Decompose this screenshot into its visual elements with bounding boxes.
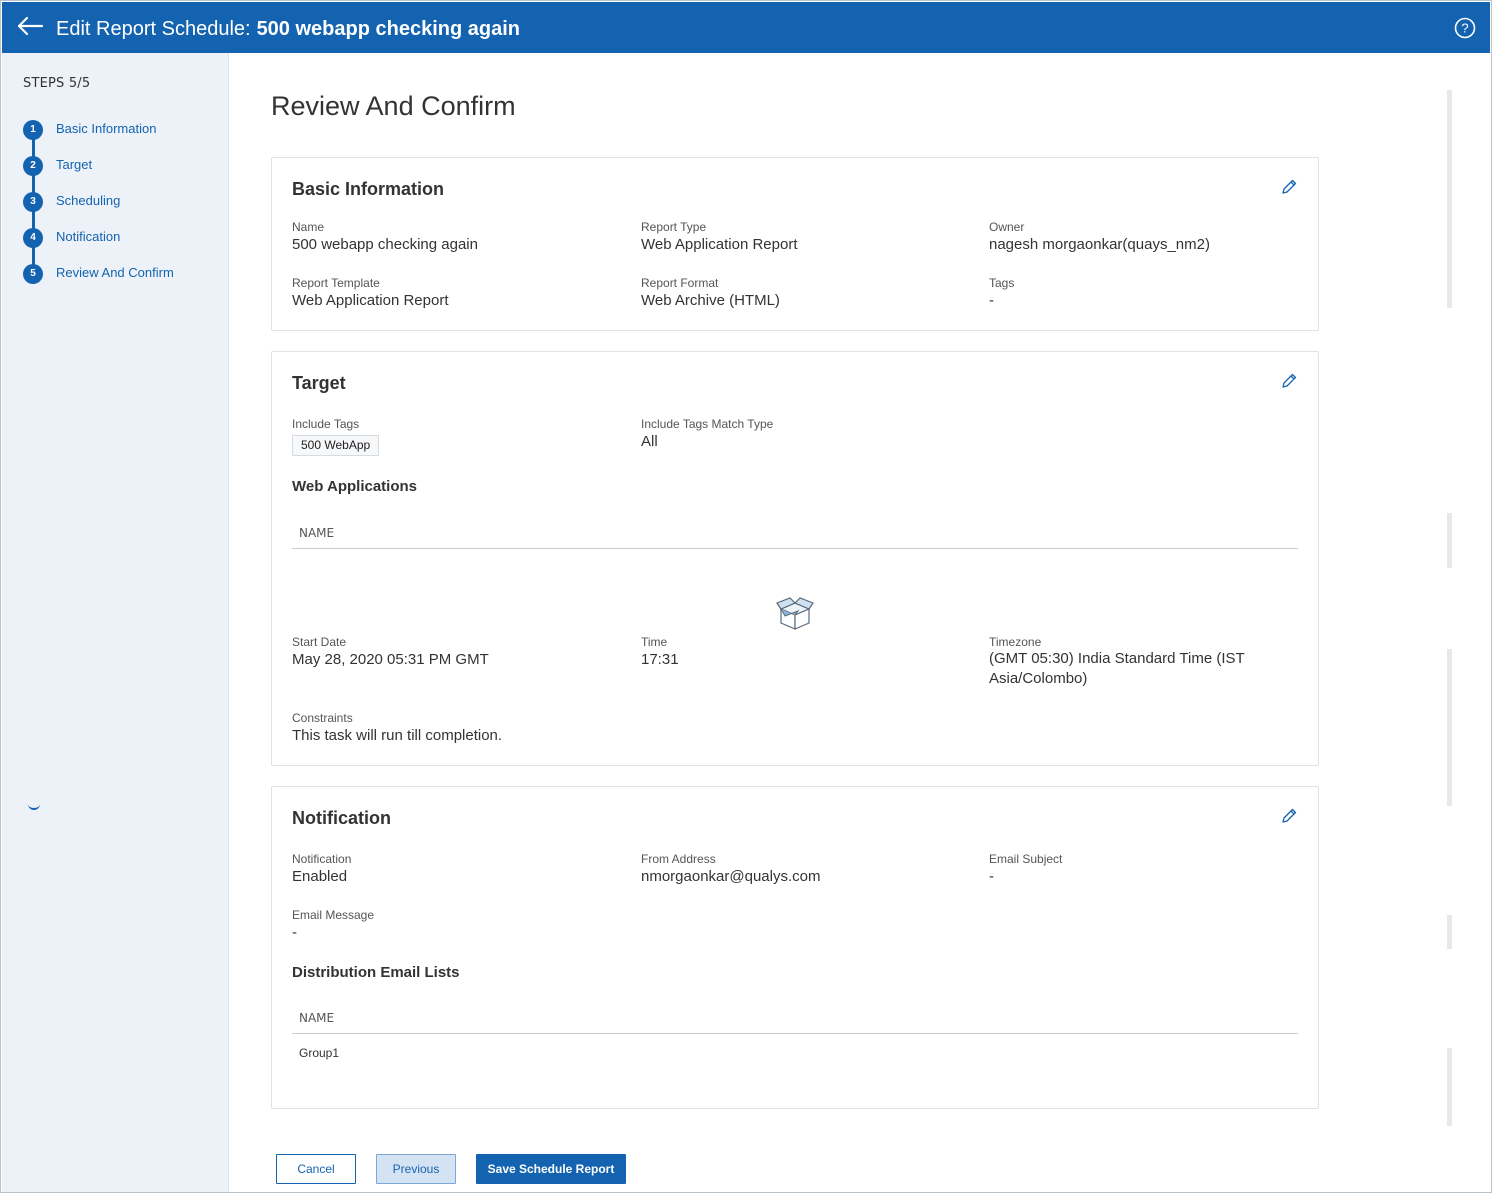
match-type-label: Include Tags Match Type: [641, 417, 774, 431]
constraints-label: Constraints: [292, 711, 353, 725]
include-tags-label: Include Tags: [292, 417, 360, 431]
email-message-label: Email Message: [292, 908, 375, 922]
notification-label: Notification: [292, 852, 352, 866]
steps-sidebar: STEPS 5/5 1 Basic Information 2 Target 3…: [2, 53, 229, 1192]
scrollbar-segment: [1447, 1048, 1452, 1126]
field-label: Report Format: [641, 276, 719, 290]
step-label: Basic Information: [56, 121, 157, 136]
field-value: 500 webapp checking again: [292, 236, 478, 253]
notification-value: Enabled: [292, 868, 348, 885]
field-label: Report Template: [292, 276, 380, 290]
from-address-label: From Address: [641, 852, 716, 866]
cancel-button[interactable]: Cancel: [276, 1154, 356, 1184]
start-date-label: Start Date: [292, 635, 347, 649]
basic-information-card: Basic Information Name 500 webapp checki…: [271, 157, 1319, 331]
page-header-title: Edit Report Schedule: 500 webapp checking…: [56, 17, 520, 41]
header-schedule-name: 500 webapp checking again: [256, 18, 520, 40]
timezone-label: Timezone: [989, 635, 1042, 649]
email-subject-label: Email Subject: [989, 852, 1063, 866]
scrollbar[interactable]: [1447, 90, 1452, 308]
card-title: Notification: [292, 808, 391, 828]
scrollbar-segment: [1447, 649, 1452, 806]
step-basic-information[interactable]: 1 Basic Information: [23, 120, 223, 142]
scrollbar-segment: [1447, 915, 1452, 949]
previous-button[interactable]: Previous: [376, 1154, 456, 1184]
step-scheduling[interactable]: 3 Scheduling: [23, 192, 223, 214]
step-label: Scheduling: [56, 193, 121, 208]
header-title-prefix: Edit Report Schedule:: [56, 18, 251, 40]
field-value: Web Application Report: [292, 292, 449, 309]
email-message-value: -: [292, 924, 297, 941]
distribution-lists-title: Distribution Email Lists: [292, 964, 460, 981]
arrow-left-icon[interactable]: [14, 12, 46, 40]
time-label: Time: [641, 635, 668, 649]
step-number: 4: [23, 228, 43, 248]
field-label: Report Type: [641, 220, 707, 234]
scrollbar-segment: [1447, 513, 1452, 568]
render-artifact: [28, 804, 40, 810]
pencil-icon[interactable]: [1280, 807, 1298, 825]
svg-text:?: ?: [1461, 21, 1468, 36]
column-header-name: NAME: [299, 526, 335, 540]
field-label: Name: [292, 220, 325, 234]
empty-box-icon: [776, 597, 814, 630]
field-label: Owner: [989, 220, 1025, 234]
card-title: Target: [292, 373, 346, 393]
save-schedule-report-button[interactable]: Save Schedule Report: [476, 1154, 626, 1184]
column-header-name: NAME: [299, 1011, 335, 1025]
page-title: Review And Confirm: [271, 91, 516, 121]
pencil-icon[interactable]: [1280, 178, 1298, 196]
step-label: Notification: [56, 229, 121, 244]
tag-chip: 500 WebApp: [292, 435, 380, 456]
app-window: Edit Report Schedule: 500 webapp checking…: [0, 0, 1492, 1193]
time-value: 17:31: [641, 651, 679, 668]
main-content: Review And Confirm Basic Information Nam…: [230, 53, 1445, 1192]
table-row: Group1: [299, 1046, 340, 1060]
pencil-icon[interactable]: [1280, 372, 1298, 390]
step-label: Review And Confirm: [56, 265, 174, 280]
step-number: 2: [23, 156, 43, 176]
from-address-value: nmorgaonkar@qualys.com: [641, 868, 821, 885]
field-value: Web Application Report: [641, 236, 798, 253]
notification-card: Notification Notification Enabled From A…: [271, 786, 1319, 1109]
field-value: Web Archive (HTML): [641, 292, 780, 309]
match-type-value: All: [641, 433, 658, 450]
step-number: 1: [23, 120, 43, 140]
step-review-and-confirm[interactable]: 5 Review And Confirm: [23, 264, 223, 286]
constraints-value: This task will run till completion.: [292, 727, 503, 744]
step-label: Target: [56, 157, 93, 172]
top-bar: Edit Report Schedule: 500 webapp checking…: [2, 2, 1490, 53]
field-value: -: [989, 292, 994, 309]
timezone-value: (GMT 05:30) India Standard Time (IST Asi…: [989, 650, 1245, 687]
steps-counter: STEPS 5/5: [23, 76, 91, 91]
card-title: Basic Information: [292, 179, 445, 199]
web-applications-table-header: NAME: [292, 517, 1298, 549]
field-value: nagesh morgaonkar(quays_nm2): [989, 236, 1210, 253]
step-number: 3: [23, 192, 43, 212]
field-label: Tags: [989, 276, 1015, 290]
step-target[interactable]: 2 Target: [23, 156, 223, 178]
help-circle-icon[interactable]: ?: [1454, 17, 1476, 39]
email-subject-value: -: [989, 868, 994, 885]
web-applications-title: Web Applications: [292, 478, 418, 495]
start-date-value: May 28, 2020 05:31 PM GMT: [292, 651, 489, 668]
step-number: 5: [23, 264, 43, 284]
step-notification[interactable]: 4 Notification: [23, 228, 223, 250]
distribution-lists-table-header: NAME: [292, 1002, 1298, 1034]
target-card: Target Include Tags 500 WebApp Include T…: [271, 351, 1319, 766]
